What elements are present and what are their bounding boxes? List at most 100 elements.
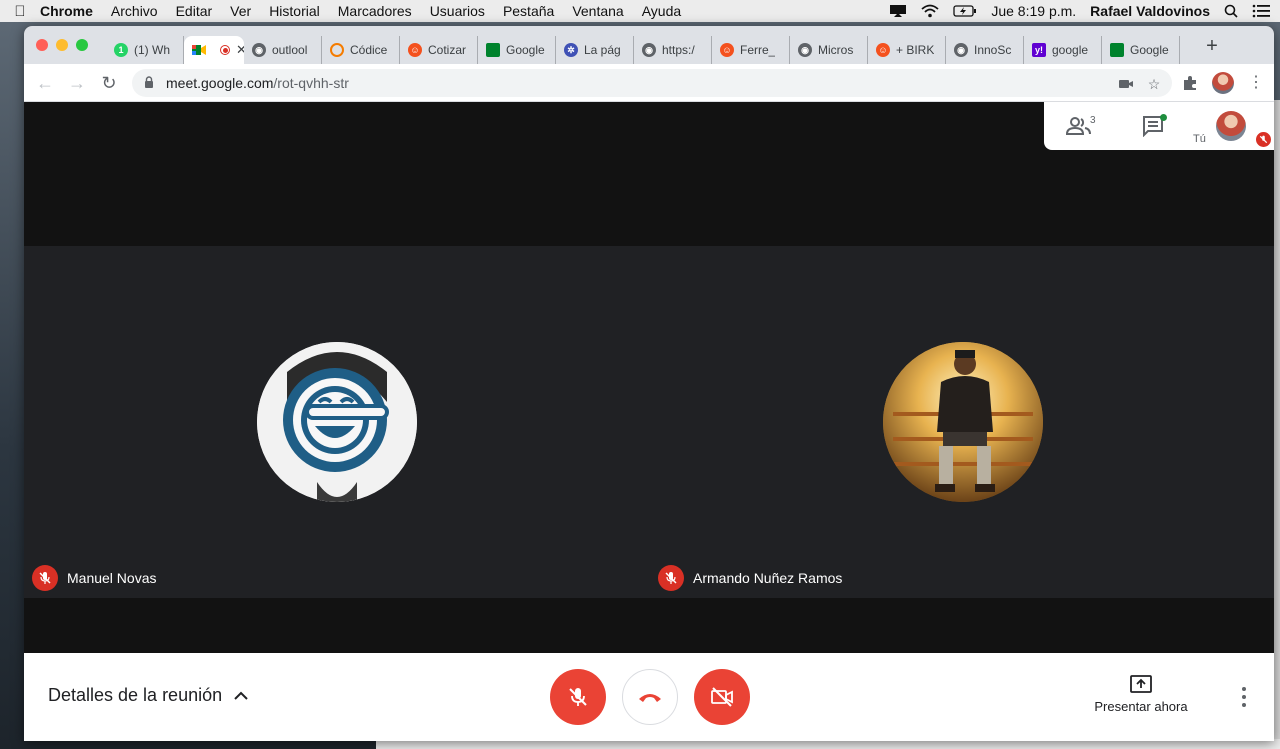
window-controls <box>36 39 88 51</box>
dot <box>1242 687 1246 691</box>
url-host: meet.google.com <box>166 75 274 91</box>
tab-innosc[interactable]: ◉ InnoSc <box>946 36 1024 64</box>
present-now-label: Presentar ahora <box>1094 699 1188 714</box>
menu-ventana[interactable]: Ventana <box>572 3 623 19</box>
tab-label: La pág <box>584 43 621 57</box>
toggle-microphone-button[interactable] <box>550 669 606 725</box>
menu-archivo[interactable]: Archivo <box>111 3 158 19</box>
zoom-window-button[interactable] <box>76 39 88 51</box>
camera-indicator-icon[interactable] <box>1118 76 1134 92</box>
tab-label: Google <box>506 43 545 57</box>
tab-yahoo-google[interactable]: y! google <box>1024 36 1102 64</box>
tabs-list: 1 (1) Wh M ✕ ◉ outlool Códice ☺ C <box>106 32 1180 64</box>
menu-pestana[interactable]: Pestaña <box>503 3 554 19</box>
menu-ver[interactable]: Ver <box>230 3 251 19</box>
participant-name-tag: Armando Nuñez Ramos <box>658 565 842 591</box>
battery-icon[interactable] <box>953 4 977 18</box>
close-tab-icon[interactable]: ✕ <box>236 42 244 58</box>
tab-google-meet[interactable]: Google <box>478 36 556 64</box>
reload-button[interactable]: ↻ <box>98 72 120 94</box>
new-tab-button[interactable]: + <box>1200 34 1224 58</box>
self-label: Tú <box>1193 133 1206 145</box>
mic-off-icon <box>658 565 684 591</box>
lock-icon[interactable] <box>144 76 154 88</box>
wifi-icon[interactable] <box>921 4 939 18</box>
apple-icon[interactable]:  <box>0 3 40 20</box>
url-path: /rot-qvhh-str <box>273 75 349 91</box>
profile-avatar[interactable] <box>1212 72 1234 94</box>
more-options-button[interactable] <box>1234 687 1254 707</box>
menu-app-name[interactable]: Chrome <box>40 3 93 19</box>
participant-avatar <box>257 342 417 502</box>
hang-up-icon <box>639 694 661 702</box>
tab-https[interactable]: ◉ https:/ <box>634 36 712 64</box>
tab-label: Cotizar <box>428 43 467 57</box>
chat-unread-dot <box>1160 114 1167 121</box>
leave-call-button[interactable] <box>622 669 678 725</box>
url-text[interactable]: meet.google.com/rot-qvhh-str <box>166 75 349 91</box>
spotlight-search-icon[interactable] <box>1224 4 1238 18</box>
notification-center-icon[interactable] <box>1252 4 1270 18</box>
extensions-icon[interactable] <box>1180 73 1200 93</box>
participant-photo <box>883 342 1043 502</box>
menu-marcadores[interactable]: Marcadores <box>338 3 412 19</box>
mac-menubar:  Chrome Archivo Editar Ver Historial Ma… <box>0 0 1280 22</box>
tab-google-meet-2[interactable]: Google <box>1102 36 1180 64</box>
toggle-camera-button[interactable] <box>694 669 750 725</box>
tab-label: Códice <box>350 43 388 57</box>
tab-la-pagina[interactable]: ✲ La pág <box>556 36 634 64</box>
participant-name: Manuel Novas <box>67 570 157 586</box>
display-icon[interactable] <box>889 4 907 18</box>
tab-birk[interactable]: ☺ + BIRK <box>868 36 946 64</box>
tab-label: Google <box>1130 43 1169 57</box>
browser-toolbar: ← → ↻ meet.google.com/rot-qvhh-str ☆ ⋮ <box>24 64 1274 102</box>
back-button[interactable]: ← <box>34 72 56 94</box>
participant-tile[interactable]: Manuel Novas <box>24 246 649 598</box>
whatsapp-icon: 1 <box>114 43 128 57</box>
address-bar[interactable]: meet.google.com/rot-qvhh-str ☆ <box>132 69 1172 97</box>
forward-button[interactable]: → <box>66 72 88 94</box>
yahoo-icon: y! <box>1032 43 1046 57</box>
present-screen-icon <box>1130 675 1152 693</box>
chrome-window: 1 (1) Wh M ✕ ◉ outlool Códice ☺ C <box>24 26 1274 741</box>
tab-ferre[interactable]: ☺ Ferre_ <box>712 36 790 64</box>
menu-ayuda[interactable]: Ayuda <box>642 3 681 19</box>
meet-icon <box>192 43 206 57</box>
participant-tile[interactable]: Armando Nuñez Ramos <box>650 246 1274 598</box>
globe-icon: ◉ <box>642 43 656 57</box>
meeting-details-button[interactable]: Detalles de la reunión <box>48 685 248 706</box>
laughing-man-logo <box>257 342 417 502</box>
globe-icon: ◉ <box>798 43 812 57</box>
smile-icon: ☺ <box>408 43 422 57</box>
people-icon <box>1066 117 1091 135</box>
tab-label: outlool <box>272 43 308 57</box>
close-window-button[interactable] <box>36 39 48 51</box>
tab-cotizar[interactable]: ☺ Cotizar <box>400 36 478 64</box>
tab-codice[interactable]: Códice <box>322 36 400 64</box>
participant-name: Armando Nuñez Ramos <box>693 570 843 586</box>
tab-label: google <box>1052 43 1089 57</box>
self-avatar[interactable] <box>1216 111 1246 141</box>
participants-stage: Manuel Novas Armando Nuñez Ramos <box>24 246 1274 598</box>
bookmark-star-icon[interactable]: ☆ <box>1146 76 1162 92</box>
tab-label: Ferre_ <box>740 43 776 57</box>
tab-micros[interactable]: ◉ Micros <box>790 36 868 64</box>
menu-usuarios[interactable]: Usuarios <box>430 3 485 19</box>
meet-icon <box>1110 43 1124 57</box>
dot <box>1242 703 1246 707</box>
tab-outlook[interactable]: ◉ outlool <box>244 36 322 64</box>
tab-meet-active[interactable]: M ✕ <box>184 36 244 64</box>
present-now-button[interactable]: Presentar ahora <box>1086 675 1196 714</box>
menu-editar[interactable]: Editar <box>176 3 213 19</box>
tab-label: + BIRK <box>896 43 935 57</box>
smile-icon: ☺ <box>720 43 734 57</box>
menubar-user[interactable]: Rafael Valdovinos <box>1090 3 1210 19</box>
chrome-menu-icon[interactable]: ⋮ <box>1246 73 1266 93</box>
menubar-clock[interactable]: Jue 8:19 p.m. <box>991 3 1076 19</box>
minimize-window-button[interactable] <box>56 39 68 51</box>
chevron-up-icon <box>234 691 248 700</box>
smile-icon: ☺ <box>876 43 890 57</box>
menu-historial[interactable]: Historial <box>269 3 320 19</box>
tab-whatsapp[interactable]: 1 (1) Wh <box>106 36 184 64</box>
mic-off-icon <box>32 565 58 591</box>
